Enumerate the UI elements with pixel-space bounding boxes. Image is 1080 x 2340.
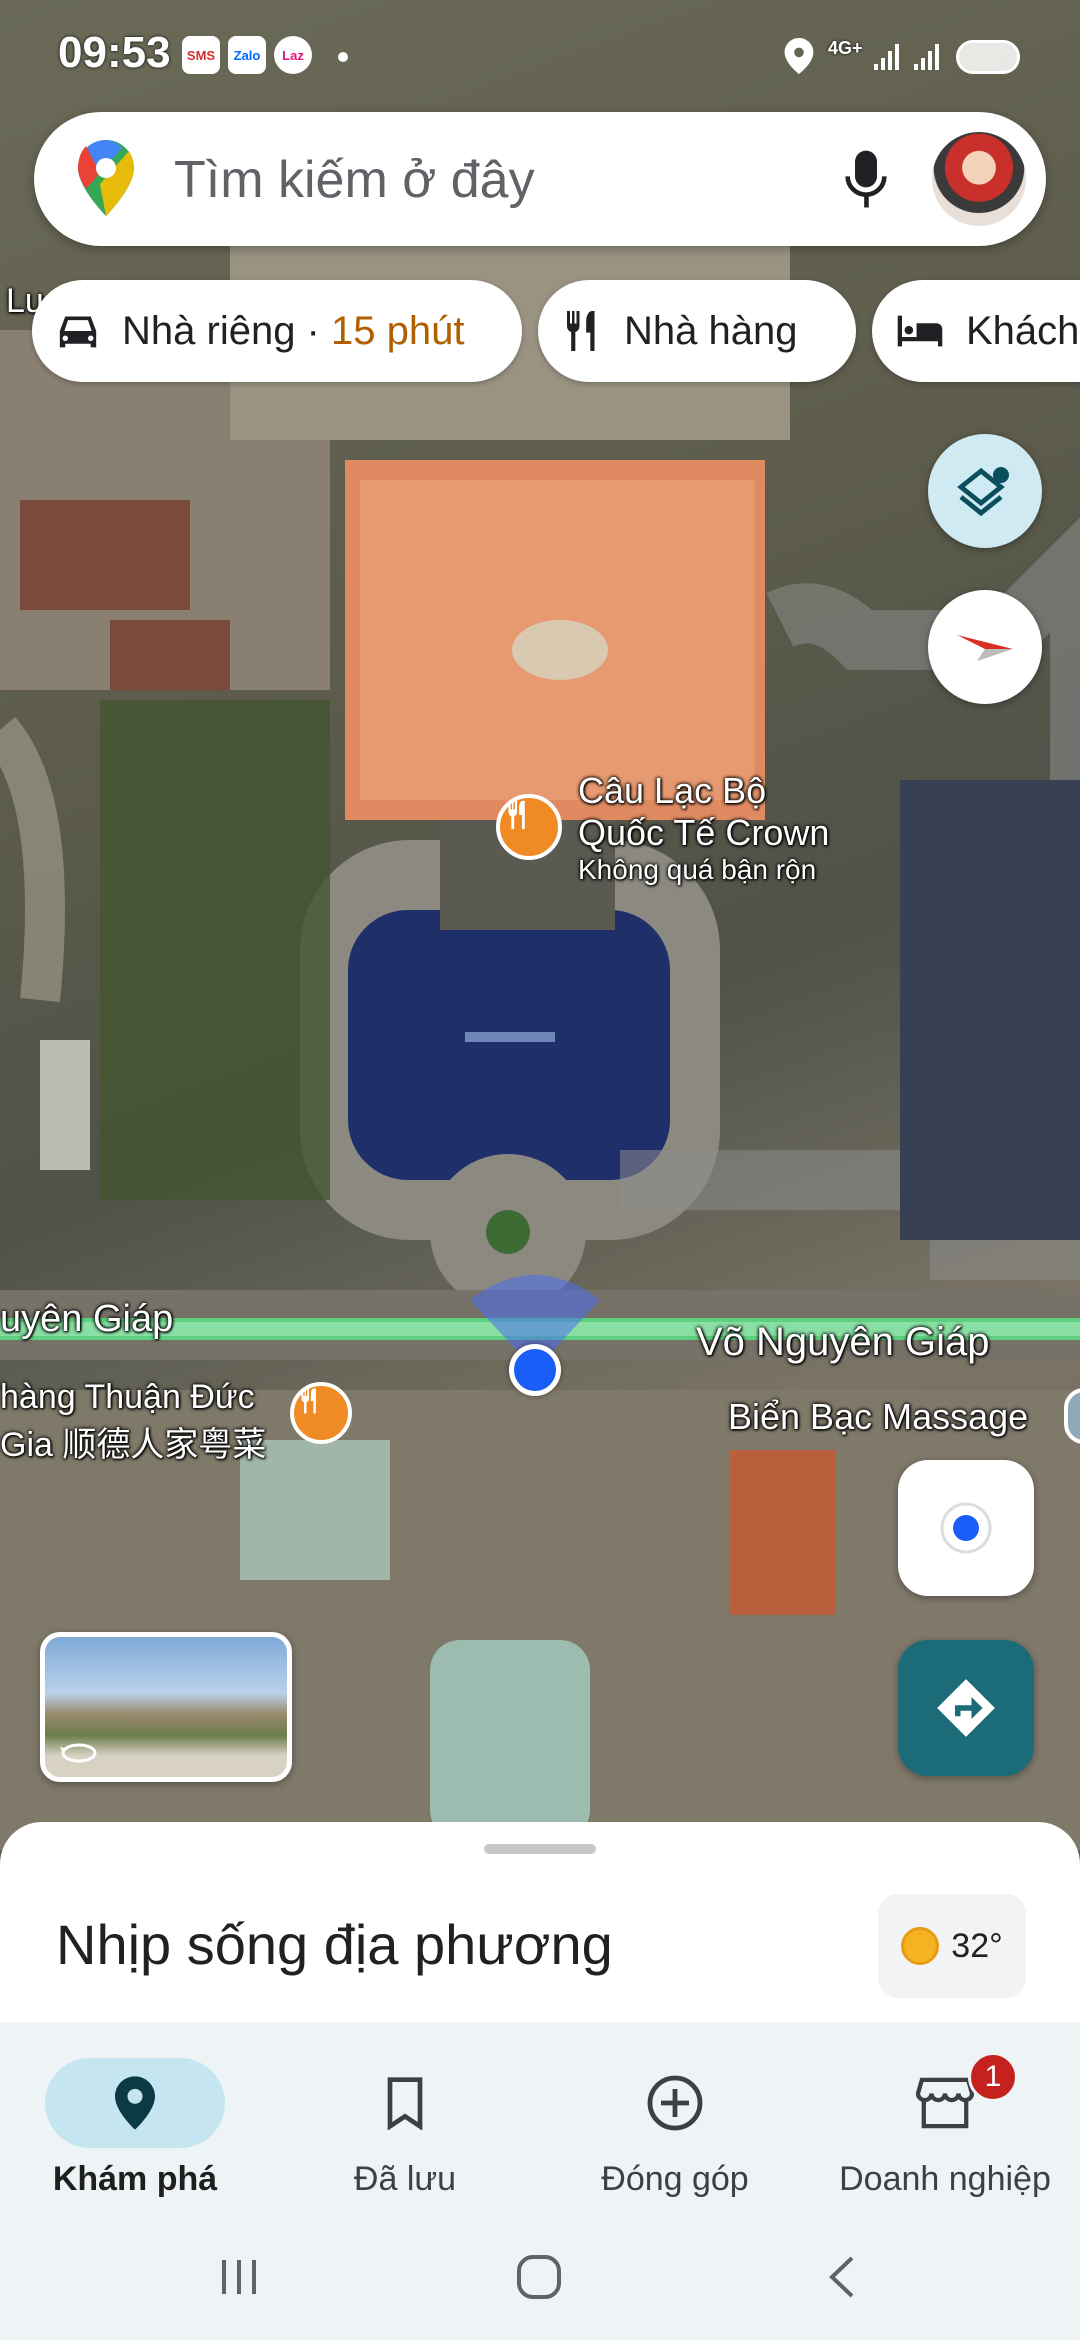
layers-button[interactable] bbox=[928, 434, 1042, 548]
sheet-title: Nhịp sống địa phương bbox=[56, 1913, 613, 1976]
account-avatar[interactable] bbox=[932, 132, 1026, 226]
sms-notification-icon: SMS bbox=[182, 36, 220, 74]
chip-restaurant-label: Nhà hàng bbox=[624, 308, 798, 353]
notification-badge: 1 bbox=[968, 2052, 1018, 2102]
bed-icon bbox=[897, 315, 943, 347]
chip-home-time: 15 phút bbox=[330, 308, 465, 353]
layers-icon bbox=[957, 467, 1009, 517]
bookmark-icon bbox=[315, 2058, 495, 2148]
compass-button[interactable] bbox=[928, 590, 1042, 704]
directions-button[interactable] bbox=[898, 1640, 1034, 1776]
road-label-right: Võ Nguyên Giáp bbox=[696, 1320, 990, 1364]
poi-crown-line2: Quốc Tế Crown bbox=[578, 812, 830, 853]
fork-knife-icon bbox=[567, 311, 595, 351]
nav-business[interactable]: 1 Doanh nghiệp bbox=[810, 2038, 1080, 2208]
nav-saved-label: Đã lưu bbox=[353, 2160, 457, 2198]
temperature: 32° bbox=[951, 1926, 1003, 1965]
recent-apps-icon[interactable] bbox=[214, 2252, 264, 2302]
current-location-dot bbox=[509, 1344, 561, 1396]
poi-restaurant-line2: Gia 顺德人家粤菜 bbox=[0, 1426, 267, 1464]
chip-hotel[interactable]: Khách bbox=[872, 280, 1080, 382]
car-icon bbox=[59, 316, 97, 348]
search-input[interactable]: Tìm kiếm ở đây bbox=[174, 150, 535, 210]
add-circle-icon bbox=[585, 2058, 765, 2148]
search-bar[interactable]: Tìm kiếm ở đây bbox=[34, 112, 1046, 246]
location-status-icon bbox=[784, 38, 814, 74]
chip-home[interactable]: Nhà riêng · 15 phút bbox=[32, 280, 522, 382]
zalo-label: Zalo bbox=[233, 47, 261, 63]
chip-hotel-label: Khách bbox=[966, 308, 1080, 353]
lazada-label: Laz bbox=[282, 47, 304, 63]
street-view-rotate-icon bbox=[60, 1743, 97, 1763]
sms-label: SMS bbox=[186, 47, 216, 63]
directions-icon bbox=[937, 1679, 995, 1737]
lazada-notification-icon: Laz bbox=[274, 36, 312, 74]
battery-icon bbox=[956, 40, 1020, 74]
nav-explore-label: Khám phá bbox=[52, 2160, 218, 2198]
more-notifications-dot-icon bbox=[338, 52, 348, 62]
chip-home-label: Nhà riêng · bbox=[122, 308, 331, 353]
home-icon[interactable] bbox=[514, 2252, 564, 2302]
nav-business-label: Doanh nghiệp bbox=[839, 2160, 1051, 2198]
nav-explore[interactable]: Khám phá bbox=[0, 2038, 270, 2208]
google-maps-logo-icon bbox=[78, 140, 134, 216]
poi-crown-name[interactable]: Câu Lạc Bộ Quốc Tế Crown Không quá bận r… bbox=[578, 770, 829, 886]
poi-massage-name[interactable]: Biển Bạc Massage bbox=[728, 1396, 1028, 1438]
microphone-icon[interactable] bbox=[844, 150, 888, 210]
nav-contribute-label: Đóng góp bbox=[601, 2160, 749, 2198]
system-navigation-bar bbox=[0, 2212, 1080, 2340]
status-time: 09:53 bbox=[58, 28, 171, 77]
restaurant-marker-icon[interactable] bbox=[290, 1382, 352, 1444]
network-type: 4G+ bbox=[828, 38, 863, 58]
poi-restaurant-line1: hàng Thuận Đức bbox=[0, 1378, 255, 1416]
pin-icon bbox=[45, 2058, 225, 2148]
poi-crown-status: Không quá bận rộn bbox=[578, 854, 817, 885]
poi-restaurant-name[interactable]: hàng Thuận Đức Gia 顺德人家粤菜 bbox=[0, 1378, 266, 1466]
weather-chip[interactable]: 32° bbox=[878, 1894, 1026, 1998]
sheet-drag-handle[interactable] bbox=[484, 1844, 596, 1854]
my-location-icon bbox=[940, 1502, 992, 1554]
nav-contribute[interactable]: Đóng góp bbox=[540, 2038, 810, 2208]
compass-icon bbox=[957, 635, 1013, 661]
signal-icon-1 bbox=[874, 44, 899, 70]
bottom-sheet[interactable]: Nhịp sống địa phương 32° bbox=[0, 1822, 1080, 2022]
my-location-button[interactable] bbox=[898, 1460, 1034, 1596]
back-icon[interactable] bbox=[818, 2252, 868, 2302]
road-label-left: uyên Giáp bbox=[0, 1298, 174, 1340]
poi-crown-line1: Câu Lạc Bộ bbox=[578, 770, 767, 811]
street-view-thumbnail[interactable] bbox=[40, 1632, 292, 1782]
restaurant-marker-icon[interactable] bbox=[496, 794, 562, 860]
signal-icon-2 bbox=[914, 44, 939, 70]
bottom-navigation: Khám phá Đã lưu Đóng góp 1 Doanh nghiệp bbox=[0, 2022, 1080, 2212]
status-bar: 09:53 SMS Zalo Laz 4G+ bbox=[0, 0, 1080, 110]
zalo-notification-icon: Zalo bbox=[228, 36, 266, 74]
nav-saved[interactable]: Đã lưu bbox=[270, 2038, 540, 2208]
sun-icon bbox=[901, 1927, 940, 1965]
chip-restaurant[interactable]: Nhà hàng bbox=[538, 280, 856, 382]
